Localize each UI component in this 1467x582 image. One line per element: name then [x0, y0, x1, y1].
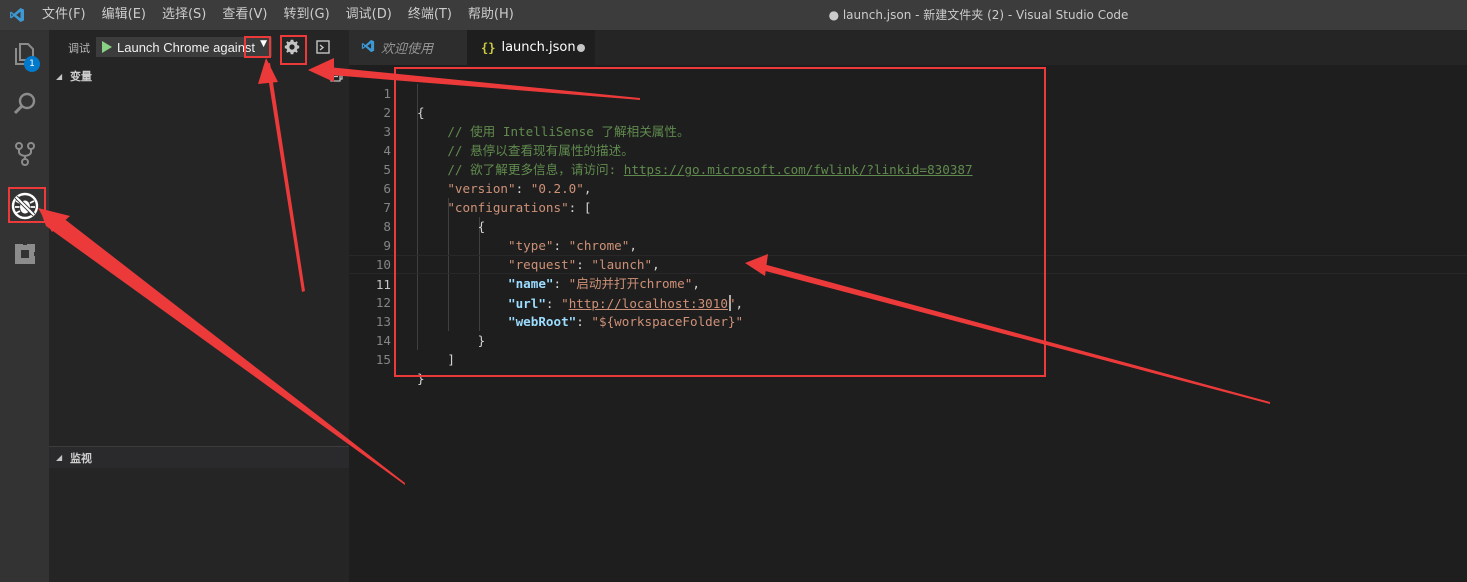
search-icon[interactable]	[0, 80, 49, 128]
code-line: 8 "type": "chrome",	[349, 198, 1467, 253]
code-line: 4 // 欲了解更多信息，请访问: https://go.microsoft.c…	[349, 122, 1467, 177]
vscode-logo-icon	[0, 0, 34, 30]
menu-file[interactable]: 文件(F)	[34, 0, 94, 30]
watch-title: 监视	[70, 451, 92, 465]
debug-sidebar: 调试 Launch Chrome against ▼ ◢ 变量 ◢ 监视	[49, 30, 349, 582]
launch-config-label: Launch Chrome against	[117, 39, 256, 55]
variables-title: 变量	[70, 70, 92, 83]
tab-welcome[interactable]: 欢迎使用	[349, 30, 467, 65]
vscode-logo-icon	[361, 39, 375, 57]
editor-area: 欢迎使用 {} launch.json 1 { 2 // 使用 IntelliS…	[349, 30, 1467, 582]
editor-tab-bar: 欢迎使用 {} launch.json	[349, 30, 1467, 65]
code-editor[interactable]: 1 { 2 // 使用 IntelliSense 了解相关属性。 3 // 悬停…	[349, 65, 1467, 582]
code-line: 6 "configurations": [	[349, 160, 1467, 215]
title-bar: 文件(F) 编辑(E) 选择(S) 查看(V) 转到(G) 调试(D) 终端(T…	[0, 0, 1467, 30]
json-file-icon: {}	[481, 40, 496, 55]
code-line: 13 }	[349, 293, 1467, 348]
variables-section-header[interactable]: ◢ 变量	[49, 65, 349, 87]
debug-console-icon[interactable]	[314, 38, 332, 56]
menu-go[interactable]: 转到(G)	[275, 0, 337, 30]
menu-help[interactable]: 帮助(H)	[460, 0, 522, 30]
code-line: 15 }	[349, 331, 1467, 386]
menu-debug[interactable]: 调试(D)	[338, 0, 400, 30]
line-number: 15	[375, 352, 391, 367]
menu-edit[interactable]: 编辑(E)	[94, 0, 154, 30]
explorer-badge: 1	[24, 56, 40, 72]
code-line: 7 {	[349, 179, 1467, 234]
collapse-all-icon[interactable]	[330, 69, 343, 85]
menu-selection[interactable]: 选择(S)	[154, 0, 214, 30]
extensions-icon[interactable]	[0, 230, 49, 278]
unsaved-dot-icon[interactable]	[577, 44, 585, 52]
menu-view[interactable]: 查看(V)	[214, 0, 275, 30]
code-line: 5 "version": "0.2.0",	[349, 141, 1467, 196]
code-line: 10 "name": "启动并打开chrome",	[349, 236, 1467, 291]
watch-section-header[interactable]: ◢ 监视	[49, 446, 349, 468]
chevron-down-icon: ◢	[56, 453, 63, 462]
code-line: 14 ]	[349, 312, 1467, 367]
launch-config-select[interactable]: Launch Chrome against ▼	[96, 37, 272, 57]
activity-bar: 1	[0, 30, 49, 582]
code-line: 9 "request": "launch",	[349, 217, 1467, 272]
gear-icon[interactable]	[281, 36, 303, 58]
menu-terminal[interactable]: 终端(T)	[400, 0, 460, 30]
explorer-icon[interactable]: 1	[0, 30, 49, 78]
code-line: 3 // 悬停以查看现有属性的描述。	[349, 103, 1467, 158]
tab-launch-label: launch.json	[501, 40, 576, 55]
debug-icon[interactable]	[0, 182, 49, 230]
code-line: 12 "webRoot": "${workspaceFolder}"	[349, 274, 1467, 329]
dropdown-arrow-icon[interactable]: ▼	[260, 39, 267, 49]
chevron-down-icon: ◢	[56, 71, 63, 81]
debug-title: 调试	[68, 41, 90, 55]
source-control-icon[interactable]	[0, 130, 49, 178]
tab-launch-json[interactable]: {} launch.json	[467, 30, 595, 65]
code-line-current: 11 "url": "http://localhost:3010",	[349, 255, 1467, 311]
tab-welcome-label: 欢迎使用	[381, 42, 434, 57]
menu-bar: 文件(F) 编辑(E) 选择(S) 查看(V) 转到(G) 调试(D) 终端(T…	[34, 0, 522, 30]
start-debugging-icon[interactable]	[97, 38, 117, 56]
code-line: 1 {	[349, 65, 1467, 120]
code-line: 2 // 使用 IntelliSense 了解相关属性。	[349, 84, 1467, 139]
